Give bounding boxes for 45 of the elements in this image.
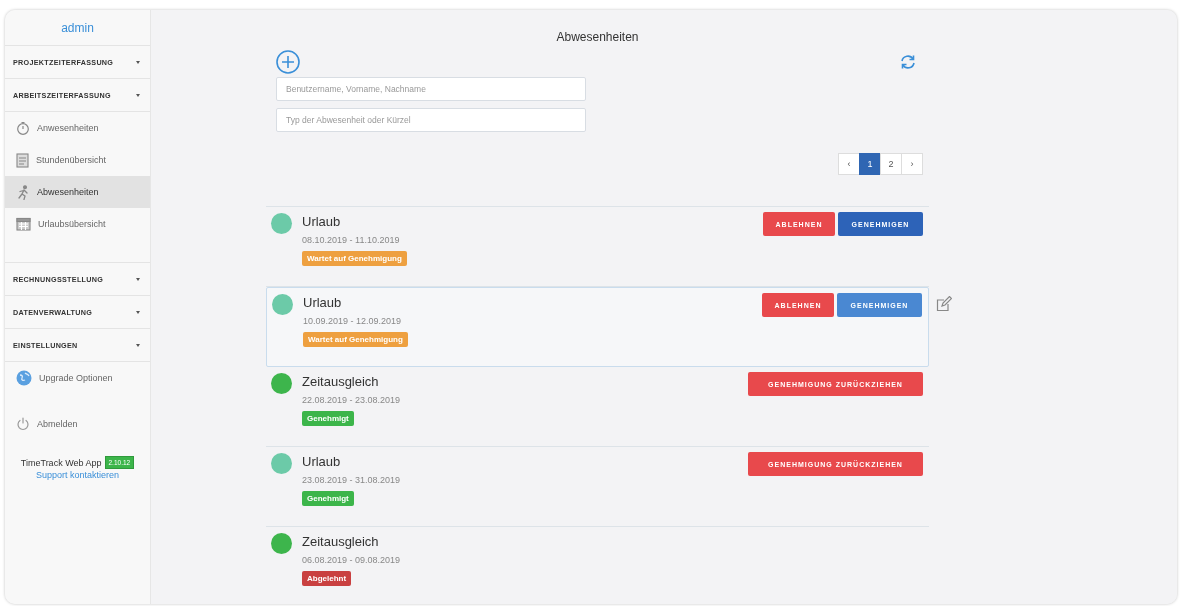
- caret-icon: [136, 60, 140, 64]
- calendar-icon: [16, 217, 31, 231]
- date-range: 06.08.2019 - 09.08.2019: [302, 555, 401, 565]
- stopwatch-icon: [16, 121, 30, 135]
- absence-type: Zeitausgleich: [302, 374, 379, 389]
- date-range: 23.08.2019 - 31.08.2019: [302, 475, 401, 485]
- edit-icon[interactable]: [936, 296, 952, 312]
- page-button[interactable]: 1: [859, 153, 881, 175]
- status-badge: Genehmigt: [302, 411, 354, 426]
- support-link[interactable]: Support kontaktieren: [35, 470, 120, 480]
- next-page-button[interactable]: ›: [901, 153, 923, 175]
- caret-icon: [136, 343, 140, 347]
- power-icon: [16, 417, 30, 431]
- status-badge: Wartet auf Genehmigung: [302, 251, 407, 266]
- sidebar-item[interactable]: Abmelden: [5, 408, 150, 440]
- refresh-icon[interactable]: [899, 53, 917, 71]
- app-name: TimeTrack Web App: [20, 457, 102, 468]
- caret-icon: [136, 277, 140, 281]
- user-name: admin: [5, 10, 150, 46]
- sidebar-item[interactable]: Anwesenheiten: [5, 112, 150, 144]
- status-badge: Genehmigt: [302, 491, 354, 506]
- status-badge: Wartet auf Genehmigung: [303, 332, 408, 347]
- document-icon: [16, 152, 29, 168]
- page-title: Abwesenheiten: [555, 30, 640, 44]
- status-badge: Abgelehnt: [302, 571, 352, 586]
- search-field[interactable]: Typ der Abwesenheit oder Kürzel: [276, 108, 586, 132]
- sidebar-item[interactable]: Stundenübersicht: [5, 144, 150, 176]
- absence-type: Urlaub: [302, 214, 341, 229]
- caret-icon: [136, 93, 140, 97]
- sidebar-item[interactable]: Urlaubsübersicht: [5, 208, 150, 240]
- sidebar-item[interactable]: Upgrade Optionen: [5, 362, 150, 394]
- running-figure-icon: [16, 184, 30, 200]
- absence-type: Urlaub: [302, 454, 341, 469]
- caret-icon: [136, 310, 140, 314]
- sidebar-item[interactable]: Abwesenheiten: [5, 176, 150, 208]
- search-field[interactable]: Benutzername, Vorname, Nachname: [276, 77, 586, 101]
- date-range: 10.09.2019 - 12.09.2019: [303, 316, 402, 326]
- absence-type: Urlaub: [303, 295, 342, 310]
- previous-page-button[interactable]: ‹: [838, 153, 860, 175]
- absence-type: Zeitausgleich: [302, 534, 379, 549]
- date-range: 08.10.2019 - 11.10.2019: [302, 235, 400, 245]
- date-range: 22.08.2019 - 23.08.2019: [302, 395, 401, 405]
- page-button[interactable]: 2: [880, 153, 902, 175]
- globe-icon: [16, 370, 32, 386]
- add-icon[interactable]: [276, 50, 300, 74]
